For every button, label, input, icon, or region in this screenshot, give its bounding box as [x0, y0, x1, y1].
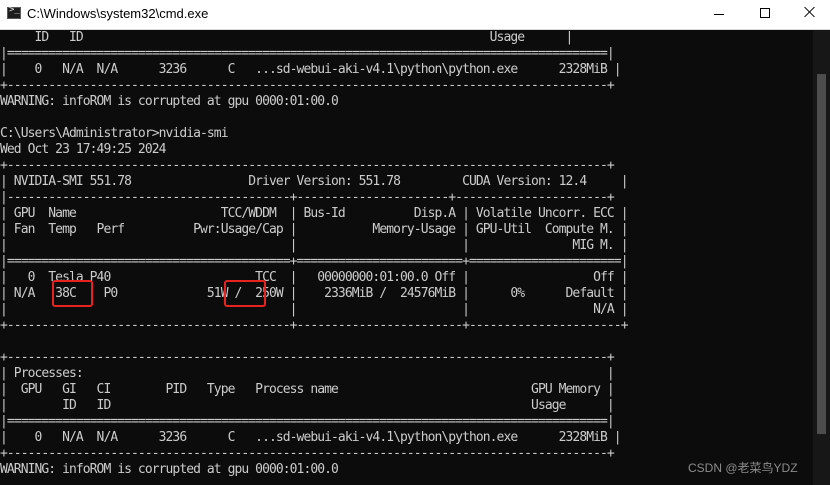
- console-line: WARNING: infoROM is corrupted at gpu 000…: [0, 462, 339, 477]
- console-line: | NVIDIA-SMI 551.78 Driver Version: 551.…: [0, 174, 629, 189]
- console-line: | GPU Name TCC/WDDM | Bus-Id Disp.A | Vo…: [0, 206, 629, 221]
- maximize-button[interactable]: [742, 0, 788, 29]
- window-title: C:\Windows\system32\cmd.exe: [27, 6, 209, 21]
- close-button[interactable]: [788, 0, 830, 29]
- console-line: ID ID Usage |: [0, 30, 573, 45]
- console-line: | GPU GI CI PID Type Process name GPU Me…: [0, 382, 615, 397]
- console-line: +---------------------------------------…: [0, 158, 615, 173]
- console-line: | 0 N/A N/A 3236 C ...sd-webui-aki-v4.1\…: [0, 430, 622, 445]
- console-line: | ID ID Usage |: [0, 398, 615, 413]
- console-line: WARNING: infoROM is corrupted at gpu 000…: [0, 94, 339, 109]
- watermark: CSDN @老菜鸟YDZ: [688, 461, 798, 475]
- minimize-icon: [714, 14, 724, 15]
- console-line: | | | N/A |: [0, 302, 629, 317]
- close-icon: [803, 5, 817, 19]
- console-line: | 0 Tesla P40 TCC | 00000000:01:00.0 Off…: [0, 270, 629, 285]
- power-usage-highlight: [224, 280, 266, 307]
- console-line: |---------------------------------------…: [0, 190, 615, 205]
- console-line: +---------------------------------------…: [0, 350, 615, 365]
- maximize-icon: [760, 8, 770, 18]
- console-line: | | | MIG M. |: [0, 238, 629, 253]
- console-line: | 0 N/A N/A 3236 C ...sd-webui-aki-v4.1\…: [0, 62, 622, 77]
- console-line: +---------------------------------------…: [0, 78, 615, 93]
- console-line: | Fan Temp Perf Pwr:Usage/Cap | Memory-U…: [0, 222, 629, 237]
- console-line: +---------------------------------------…: [0, 446, 615, 461]
- console-line: | Processes: |: [0, 366, 615, 381]
- title-bar[interactable]: >_ C:\Windows\system32\cmd.exe: [0, 0, 830, 30]
- console-line: Wed Oct 23 17:49:25 2024: [0, 142, 166, 157]
- cmd-window: >_ C:\Windows\system32\cmd.exe ID ID Usa…: [0, 0, 830, 485]
- console-line: |=======================================…: [0, 414, 615, 429]
- console-icon: >_: [7, 5, 21, 19]
- console-line: | N/A 38C P0 51W / 250W | 2336MiB / 2457…: [0, 286, 629, 301]
- scrollbar-thumb[interactable]: [817, 74, 826, 434]
- temperature-highlight: [52, 280, 93, 307]
- console-line: +---------------------------------------…: [0, 318, 629, 333]
- console-line: |=======================================…: [0, 254, 629, 269]
- vertical-scrollbar[interactable]: [813, 30, 830, 485]
- console-line: |=======================================…: [0, 46, 615, 61]
- console-line: C:\Users\Administrator>nvidia-smi: [0, 126, 229, 141]
- minimize-button[interactable]: [696, 0, 742, 29]
- console-output[interactable]: ID ID Usage | |==========================…: [0, 30, 813, 485]
